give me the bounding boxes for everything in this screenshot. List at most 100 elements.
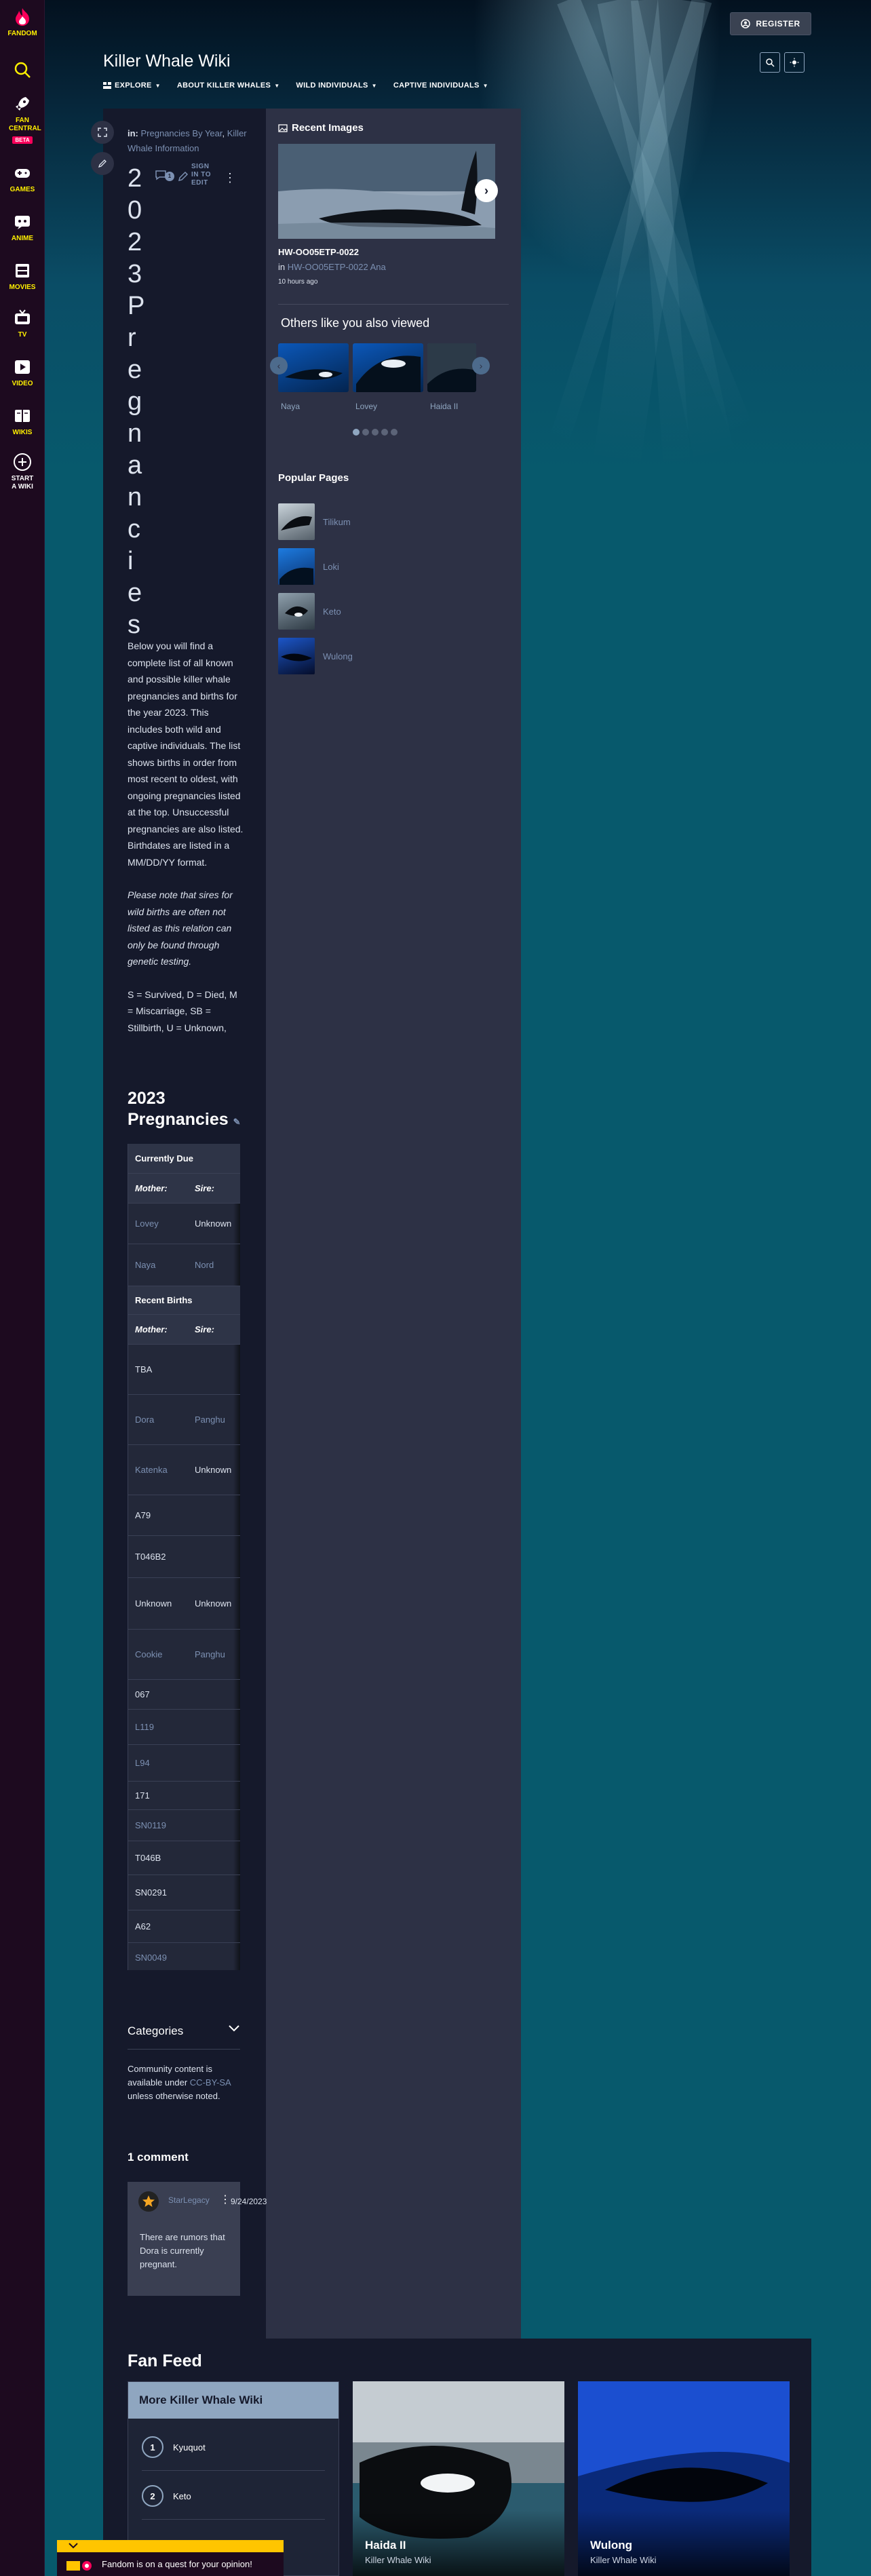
recent-image-page-link[interactable]: HW-OO05ETP-0022 Ana [288,262,386,272]
carousel-dot[interactable] [353,429,360,436]
carousel-next-button[interactable]: › [472,357,490,374]
comment-body: There are rumors that Dora is currently … [140,2232,225,2269]
license-link[interactable]: CC-BY-SA [190,2077,231,2088]
mother-cell[interactable]: Katenka [135,1465,168,1475]
mother-cell[interactable]: SN0049 [135,1953,167,1963]
edit-tool-button[interactable] [91,152,114,175]
tv-label: TV [18,331,27,339]
recent-image-title[interactable]: HW-OO05ETP-0022 [278,247,359,257]
fandom-logo[interactable]: FANDOM [0,7,45,38]
carousel-dot[interactable] [372,429,379,436]
chevron-down-icon [69,2543,78,2549]
section-edit-icon[interactable]: ✎ [233,1117,241,1127]
orca-thumbnail [285,369,343,380]
global-navigation: FANDOM FAN CENTRAL BETA GAMES ANIME MOVI… [0,0,45,2576]
popular-label: Tilikum [323,516,351,527]
others-viewed-heading: Others like you also viewed [281,316,430,330]
nav-movies[interactable]: MOVIES [0,261,45,292]
mother-cell[interactable]: L119 [135,1722,154,1732]
expand-button[interactable] [91,121,114,144]
carousel-dot[interactable] [381,429,388,436]
column-header-mother: Mother: [135,1324,168,1334]
categories-toggle[interactable]: Categories [128,2024,240,2038]
mother-cell[interactable]: Cookie [135,1649,162,1659]
popular-page-tilikum[interactable]: Tilikum [278,503,351,540]
recent-images-heading-text: Recent Images [292,122,364,134]
avatar[interactable] [138,2191,159,2212]
feedback-toast[interactable]: Fandom is on a quest for your opinion! [57,2540,284,2576]
chevron-down-icon: ▼ [274,82,280,89]
comment-options-icon[interactable]: ⋮ [220,2193,231,2206]
nav-video[interactable]: VIDEO [0,357,45,388]
sire-cell[interactable]: Panghu [195,1415,225,1425]
mother-cell[interactable]: Dora [135,1415,154,1425]
carousel-prev-button[interactable]: ‹ [270,357,288,374]
more-options-icon[interactable]: ⋮ [224,163,236,184]
sire-cell[interactable]: Panghu [195,1649,225,1659]
popular-page-wulong[interactable]: Wulong [278,638,353,674]
sire-cell: Unknown [195,1598,232,1609]
sign-in-to-edit-button[interactable]: SIGN IN TO EDIT [174,163,212,187]
search-button[interactable] [0,60,45,80]
recent-image-thumbnail[interactable] [278,144,495,239]
anime-icon [15,216,30,229]
wiki-title[interactable]: Killer Whale Wiki [103,52,231,71]
table-row: TBA [128,1345,240,1395]
nav-wikis[interactable]: WIKIS [0,406,45,437]
fan-feed-list-item[interactable]: 2 Keto [142,2485,191,2507]
nav-captive-individuals[interactable]: CAPTIVE INDIVIDUALS ▼ [393,81,488,90]
list-divider [142,2470,325,2471]
nav-games[interactable]: GAMES [0,163,45,194]
pencil-icon [178,171,189,182]
others-label-naya[interactable]: Naya [281,402,300,411]
others-card-lovey[interactable] [353,343,423,392]
mother-cell: SN0291 [135,1887,167,1898]
others-card-haida-ii[interactable] [427,343,476,392]
mother-cell[interactable]: Naya [135,1260,155,1270]
others-card-naya[interactable] [278,343,349,392]
chevron-down-icon [229,2025,239,2032]
fan-feed-list-item[interactable]: 1 Kyuquot [142,2436,206,2458]
beta-badge: BETA [12,136,33,144]
mother-cell: TBA [135,1364,153,1374]
nav-about-killer-whales[interactable]: ABOUT KILLER WHALES ▼ [177,81,280,90]
nav-fan-central[interactable]: FAN CENTRAL BETA [0,94,45,145]
nav-captive-label: CAPTIVE INDIVIDUALS [393,81,480,90]
nav-explore[interactable]: EXPLORE ▼ [103,81,161,90]
orca-photo [278,144,495,239]
table-row: 171 [128,1782,240,1810]
next-image-button[interactable]: › [475,179,498,202]
sire-cell[interactable]: Nord [195,1260,214,1270]
comment-username[interactable]: StarLegacy [168,2195,210,2205]
theme-toggle-button[interactable] [784,52,805,73]
fan-feed-card-haida-ii[interactable]: Haida II Killer Whale Wiki [353,2381,564,2576]
category-link-pregnancies-by-year[interactable]: Pregnancies By Year [141,128,222,138]
nav-anime[interactable]: ANIME [0,212,45,243]
table-caption-text: Recent Births [135,1295,193,1305]
register-button[interactable]: REGISTER [730,12,811,35]
comments-heading: 1 comment [128,2151,189,2164]
popular-thumbnail [278,638,315,674]
popular-page-keto[interactable]: Keto [278,593,341,630]
nav-wild-individuals[interactable]: WILD INDIVIDUALS ▼ [296,81,376,90]
toast-collapse-button[interactable] [57,2540,284,2552]
carousel-dot[interactable] [362,429,369,436]
popular-page-loki[interactable]: Loki [278,548,339,585]
mother-cell[interactable]: Lovey [135,1218,159,1229]
mother-cell[interactable]: L94 [135,1758,150,1768]
start-a-wiki-button[interactable]: START A WIKI [0,452,45,491]
mother-cell[interactable]: SN0119 [135,1820,166,1830]
mother-cell: A62 [135,1921,151,1931]
rail-divider [278,304,509,305]
search-wiki-button[interactable] [760,52,780,73]
column-header-sire: Sire: [195,1324,214,1334]
fan-feed-card-wulong[interactable]: Wulong Killer Whale Wiki [578,2381,790,2576]
others-label-haida-ii[interactable]: Haida II [430,402,458,411]
others-label-lovey[interactable]: Lovey [355,402,377,411]
license-text-end: unless otherwise noted. [128,2091,220,2101]
nav-wild-label: WILD INDIVIDUALS [296,81,368,90]
popular-label: Loki [323,561,339,572]
mother-cell: 067 [135,1689,150,1699]
carousel-dot[interactable] [391,429,398,436]
nav-tv[interactable]: TV [0,308,45,339]
